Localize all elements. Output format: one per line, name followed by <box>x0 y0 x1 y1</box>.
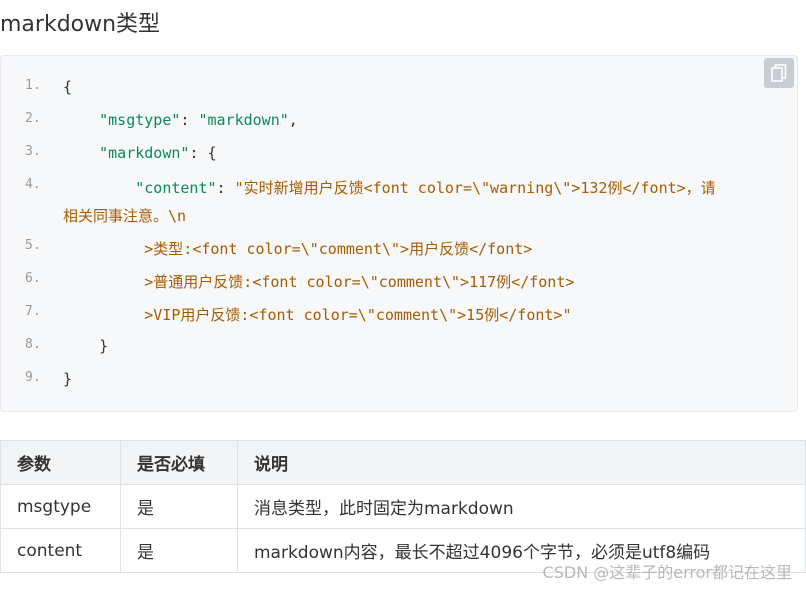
code-token: { <box>63 78 73 96</box>
watermark: CSDN @这辈子的error都记在这里 <box>542 563 792 582</box>
code-token: >普通用户反馈:<font color=\"comment\">117例</fo… <box>63 273 575 291</box>
code-token: "content" <box>63 179 217 197</box>
code-token: : <box>180 111 199 129</box>
required-cell: 是 <box>120 484 238 529</box>
code-text: "markdown": { <box>63 144 217 162</box>
table-row: msgtype 是 消息类型，此时固定为markdown <box>0 484 806 529</box>
line-number: 2. <box>25 111 41 126</box>
line-number: 7. <box>25 304 41 319</box>
code-token: "markdown" <box>198 111 289 129</box>
code-token: : <box>216 179 235 197</box>
code-text: } <box>63 337 108 355</box>
code-text: { <box>63 78 72 96</box>
code-token: , <box>288 111 298 129</box>
code-text: >类型:<font color=\"comment\">用户反馈</font> <box>63 238 532 259</box>
code-text: "content": "实时新增用户反馈<font color=\"warnin… <box>63 177 716 198</box>
required-cell: 是 <box>120 528 238 573</box>
code-text: >VIP用户反馈:<font color=\"comment\">15例</fo… <box>63 304 571 325</box>
code-token: } <box>63 337 109 355</box>
line-number: 6. <box>25 271 41 286</box>
line-number: 3. <box>25 144 41 159</box>
code-token: >类型:<font color=\"comment\">用户反馈</font> <box>63 240 533 258</box>
copy-button[interactable] <box>764 58 794 88</box>
description-cell: 消息类型，此时固定为markdown <box>237 484 806 529</box>
table-header-row: 参数 是否必填 说明 <box>0 440 806 485</box>
code-token: : { <box>189 144 217 162</box>
code-text: >普通用户反馈:<font color=\"comment\">117例</fo… <box>63 271 574 292</box>
line-number: 5. <box>25 238 41 253</box>
line-number: 9. <box>25 370 41 385</box>
param-name-cell: content <box>0 528 121 573</box>
section-heading: markdown类型 <box>0 12 161 37</box>
code-text: 相关同事注意。\n <box>63 205 186 226</box>
params-table: 参数 是否必填 说明 msgtype 是 消息类型，此时固定为markdown … <box>0 440 806 573</box>
code-token: "msgtype" <box>63 111 181 129</box>
code-block: 1. {2. "msgtype": "markdown", 3. "markdown… <box>0 55 798 412</box>
code-text: } <box>63 370 72 388</box>
column-header-required: 是否必填 <box>120 440 238 485</box>
code-token: "实时新增用户反馈<font color=\"warning\">132例</f… <box>234 179 716 197</box>
column-header-description: 说明 <box>237 440 806 485</box>
line-number: 8. <box>25 337 41 352</box>
line-number: 1. <box>25 78 41 93</box>
param-name-cell: msgtype <box>0 484 121 529</box>
code-token: } <box>63 370 73 388</box>
line-number: 4. <box>25 177 41 192</box>
column-header-param: 参数 <box>0 440 121 485</box>
code-token: 相关同事注意。\n <box>63 207 187 225</box>
code-token: >VIP用户反馈:<font color=\"comment\">15例</fo… <box>63 306 572 324</box>
code-token: "markdown" <box>63 144 190 162</box>
code-text: "msgtype": "markdown", <box>63 111 298 129</box>
copy-icon <box>771 64 787 82</box>
